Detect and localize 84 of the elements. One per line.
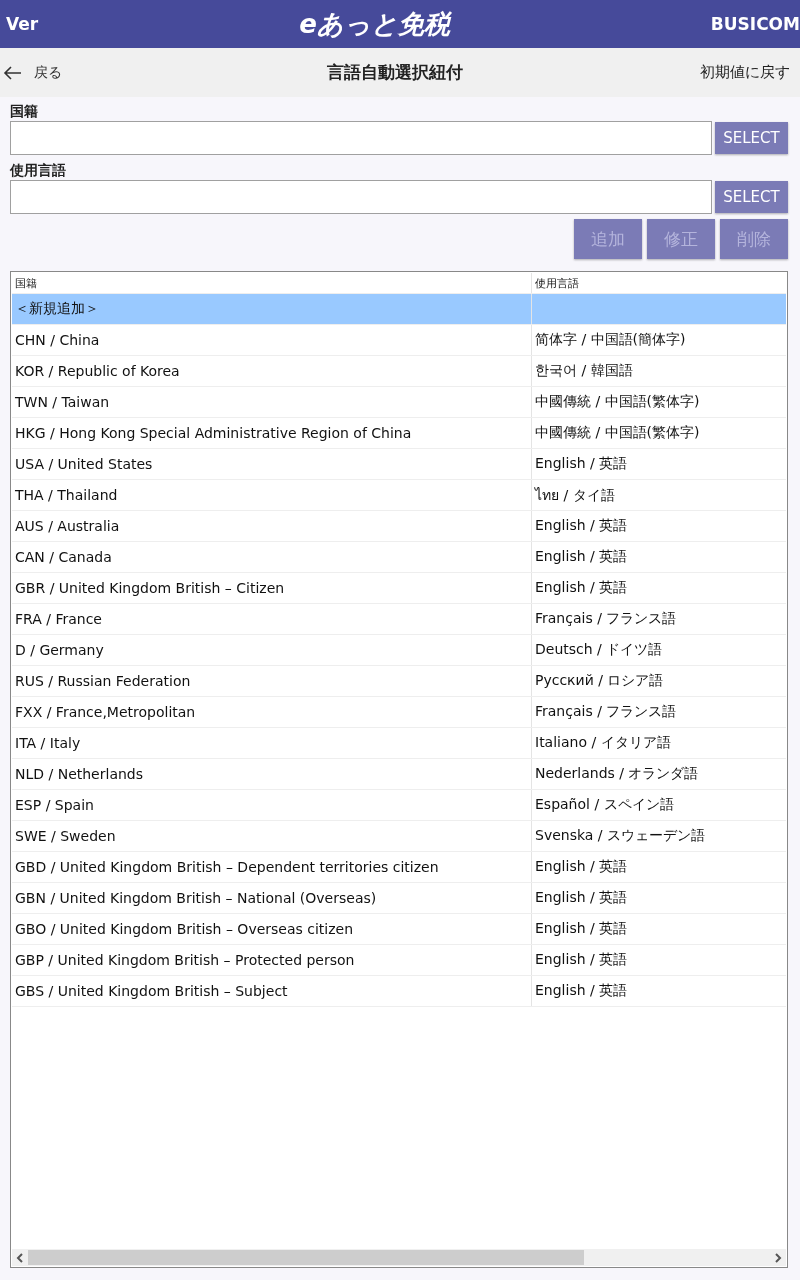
column-header: 使用言語 <box>534 275 580 292</box>
table-cell: ＜新規追加＞ <box>12 294 532 324</box>
table-cell-text: 简体字 / 中国語(簡体字) <box>534 330 687 349</box>
table-row[interactable]: AUS / Australia English / 英語 <box>12 511 786 542</box>
table-row[interactable]: D / Germany Deutsch / ドイツ語 <box>12 635 786 666</box>
table-cell-text: Español / スペイン語 <box>534 795 675 814</box>
table-row[interactable]: GBP / United Kingdom British – Protected person English / 英語 <box>12 945 786 976</box>
table-cell-text: English / 英語 <box>534 950 629 969</box>
table-cell: KOR / Republic of Korea <box>12 356 532 386</box>
table-row[interactable]: ITA / Italy Italiano / イタリア語 <box>12 728 786 759</box>
table-cell-text: Svenska / スウェーデン語 <box>534 826 706 845</box>
table-cell-text: English / 英語 <box>534 888 629 907</box>
table-row[interactable]: CHN / China 简体字 / 中国語(簡体字) <box>12 325 786 356</box>
table-row[interactable]: GBO / United Kingdom British – Overseas citizen English / 英語 <box>12 914 786 945</box>
table-cell: CHN / China <box>12 325 532 355</box>
horizontal-scrollbar[interactable] <box>12 1249 786 1266</box>
table-cell: CAN / Canada <box>12 542 532 572</box>
table-cell-text: Русский / ロシア語 <box>534 671 665 690</box>
table-row[interactable]: RUS / Russian Federation Русский / ロシア語 <box>12 666 786 697</box>
table-cell-text: Français / フランス語 <box>534 702 678 721</box>
table-row[interactable]: USA / United States English / 英語 <box>12 449 786 480</box>
table-cell-text: Français / フランス語 <box>534 609 678 628</box>
table-cell-text: 中國傳統 / 中国語(繁体字) <box>534 392 701 411</box>
reset-button[interactable]: 初期値に戻す <box>610 63 790 82</box>
table-cell: GBS / United Kingdom British – Subject <box>12 976 532 1006</box>
table-row[interactable]: ＜新規追加＞ <box>12 294 786 325</box>
company-name: BUSICOM <box>710 14 800 34</box>
back-arrow-icon <box>2 64 22 81</box>
table-cell: RUS / Russian Federation <box>12 666 532 696</box>
table-cell: GBR / United Kingdom British – Citizen <box>12 573 532 603</box>
table-row[interactable]: ESP / Spain Español / スペイン語 <box>12 790 786 821</box>
table-row[interactable]: GBS / United Kingdom British – Subject English / 英語 <box>12 976 786 1007</box>
field-label: 国籍 <box>10 102 39 121</box>
input-field[interactable] <box>10 180 712 214</box>
table-row[interactable]: GBN / United Kingdom British – National (Overseas) English / 英語 <box>12 883 786 914</box>
table-cell: AUS / Australia <box>12 511 532 541</box>
table-cell-text: English / 英語 <box>534 857 629 876</box>
table-row[interactable]: CAN / Canada English / 英語 <box>12 542 786 573</box>
table-row[interactable]: TWN / Taiwan 中國傳統 / 中国語(繁体字) <box>12 387 786 418</box>
table-row[interactable]: HKG / Hong Kong Special Administrative Region of China 中國傳統 / 中国語(繁体字) <box>12 418 786 449</box>
app-logo: eあっと免税 <box>299 7 450 41</box>
table-cell: GBN / United Kingdom British – National (Overseas) <box>12 883 532 913</box>
table-cell-text: English / 英語 <box>534 578 629 597</box>
back-button[interactable]: 戻る <box>0 63 180 82</box>
table-row[interactable]: FXX / France,Metropolitan Français / フランス語 <box>12 697 786 728</box>
table-row[interactable]: GBD / United Kingdom British – Dependent territories citizen English / 英語 <box>12 852 786 883</box>
select-button[interactable]: SELECT <box>715 181 788 213</box>
table-cell: GBP / United Kingdom British – Protected person <box>12 945 532 975</box>
table-cell-text: ไทย / タイ語 <box>533 486 616 505</box>
table-cell: ITA / Italy <box>12 728 532 758</box>
table-row[interactable]: THA / Thailand ไทย / タイ語 <box>12 480 786 511</box>
table-row[interactable]: KOR / Republic of Korea 한국어 / 韓国語 <box>12 356 786 387</box>
table-cell-text: English / 英語 <box>534 919 629 938</box>
table-cell: FRA / France <box>12 604 532 634</box>
select-button[interactable]: SELECT <box>715 122 788 154</box>
table-cell: GBO / United Kingdom British – Overseas citizen <box>12 914 532 944</box>
table-row[interactable]: SWE / Sweden Svenska / スウェーデン語 <box>12 821 786 852</box>
table-cell: GBD / United Kingdom British – Dependent territories citizen <box>12 852 532 882</box>
table-row[interactable]: FRA / France Français / フランス語 <box>12 604 786 635</box>
table-cell: SWE / Sweden <box>12 821 532 851</box>
table-cell-text: English / 英語 <box>534 516 629 535</box>
table-cell-text: Italiano / イタリア語 <box>534 733 672 752</box>
table-cell-text: English / 英語 <box>534 547 629 566</box>
table-cell-text: English / 英語 <box>534 981 629 1000</box>
table-cell-text: 한국어 / 韓国語 <box>534 361 634 380</box>
table-cell-text: English / 英語 <box>534 454 629 473</box>
table-cell: ESP / Spain <box>12 790 532 820</box>
page-title: 言語自動選択紐付 <box>326 61 464 84</box>
table-cell: D / Germany <box>12 635 532 665</box>
table-cell-text: Deutsch / ドイツ語 <box>534 640 664 659</box>
table-cell-text: 中國傳統 / 中国語(繁体字) <box>534 423 701 442</box>
table-cell-text: Nederlands / オランダ語 <box>534 764 700 783</box>
table-cell: TWN / Taiwan <box>12 387 532 417</box>
table-cell: HKG / Hong Kong Special Administrative Region of China <box>12 418 532 448</box>
table-cell: USA / United States <box>12 449 532 479</box>
field-label: 使用言語 <box>10 161 67 180</box>
table-row[interactable]: GBR / United Kingdom British – Citizen English / 英語 <box>12 573 786 604</box>
table-cell: NLD / Netherlands <box>12 759 532 789</box>
table-cell: THA / Thailand <box>12 480 532 510</box>
version-label: Ver <box>6 14 39 34</box>
input-field[interactable] <box>10 121 712 155</box>
table-cell: FXX / France,Metropolitan <box>12 697 532 727</box>
column-header: 国籍 <box>12 273 532 293</box>
table-row[interactable]: NLD / Netherlands Nederlands / オランダ語 <box>12 759 786 790</box>
